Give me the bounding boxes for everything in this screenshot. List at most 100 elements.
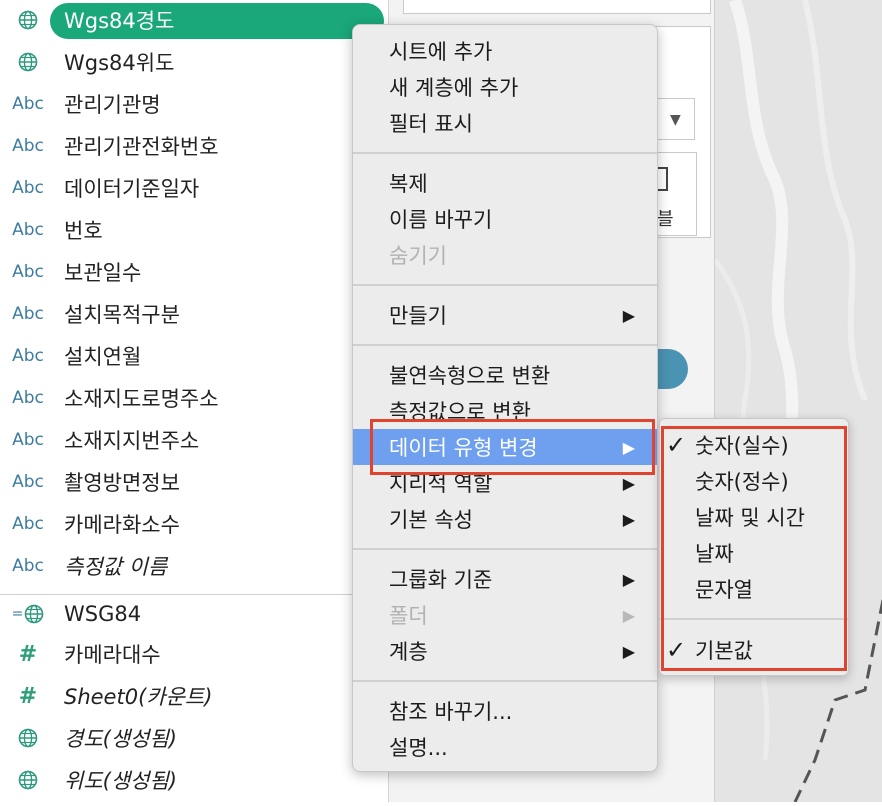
submenu-arrow-icon: ▶ bbox=[622, 569, 635, 589]
context-menu: 시트에 추가새 계층에 추가필터 표시복제이름 바꾸기숨기기만들기 ▶ 불연속형으로… bbox=[352, 24, 658, 772]
menu-item-label: 숨기기 bbox=[389, 244, 447, 268]
menu-item-label: 이름 바꾸기 bbox=[389, 208, 493, 232]
data-pane: Wgs84경도 Wgs84위도 Abc 관리기관명 Abc 관리기관전화번호 Abc 데이터기… bbox=[0, 0, 389, 802]
menu-item[interactable]: 데이터 유형 변경 ▶ bbox=[353, 429, 657, 465]
field-item[interactable]: Wgs84경도 bbox=[0, 0, 388, 40]
field-name: Wgs84위도 bbox=[64, 51, 175, 75]
submenu-item[interactable]: 날짜 bbox=[660, 535, 848, 571]
menu-item-label: 참조 바꾸기... bbox=[389, 700, 513, 724]
submenu-item-label: 날짜 및 시간 bbox=[695, 506, 805, 530]
menu-item[interactable]: 지리적 역할 ▶ bbox=[353, 465, 657, 501]
field-name: Wgs84경도 bbox=[64, 9, 175, 33]
field-name: 카메라대수 bbox=[64, 643, 161, 667]
menu-item[interactable]: 불연속형으로 변환 bbox=[353, 357, 657, 393]
abc-icon: Abc bbox=[12, 514, 44, 534]
submenu-arrow-icon: ▶ bbox=[622, 509, 635, 529]
abc-icon: Abc bbox=[12, 220, 44, 240]
checkmark-icon: ✓ bbox=[666, 636, 687, 664]
field-item[interactable]: Abc 소재지지번주소 bbox=[0, 420, 388, 460]
menu-item[interactable]: 기본 속성 ▶ bbox=[353, 501, 657, 537]
menu-item-label: 데이터 유형 변경 bbox=[389, 436, 538, 460]
field-name: 관리기관전화번호 bbox=[64, 135, 219, 159]
menu-item[interactable]: 참조 바꾸기... bbox=[353, 693, 657, 729]
field-item[interactable]: Abc 번호 bbox=[0, 210, 388, 250]
menu-item[interactable]: 복제 bbox=[353, 165, 657, 201]
submenu-item-label: 기본값 bbox=[695, 639, 753, 663]
field-name: 위도(생성됨) bbox=[64, 769, 177, 793]
menu-item[interactable]: 시트에 추가 bbox=[353, 33, 657, 69]
abc-icon: Abc bbox=[12, 94, 44, 114]
menu-item[interactable]: 설명... bbox=[353, 729, 657, 765]
field-item[interactable]: Abc 보관일수 bbox=[0, 252, 388, 292]
abc-icon: Abc bbox=[12, 430, 44, 450]
field-name: Sheet0(카운트) bbox=[64, 685, 213, 709]
field-item[interactable]: Abc 카메라화소수 bbox=[0, 504, 388, 544]
field-name: 소재지도로명주소 bbox=[64, 387, 219, 411]
abc-icon: Abc bbox=[12, 346, 44, 366]
hash-icon: # bbox=[18, 683, 38, 709]
menu-item[interactable]: 계층 ▶ bbox=[353, 633, 657, 669]
map-background bbox=[712, 0, 882, 803]
abc-icon: Abc bbox=[12, 556, 44, 576]
field-item[interactable]: Abc 설치목적구분 bbox=[0, 294, 388, 334]
menu-item[interactable]: 그룹화 기준 ▶ bbox=[353, 561, 657, 597]
menu-item-label: 지리적 역할 bbox=[389, 472, 493, 496]
menu-separator bbox=[353, 680, 657, 682]
abc-icon: Abc bbox=[12, 472, 44, 492]
submenu-item[interactable]: 날짜 및 시간 bbox=[660, 499, 848, 535]
field-item[interactable]: # Sheet0(카운트) bbox=[0, 676, 388, 716]
menu-item-label: 그룹화 기준 bbox=[389, 568, 493, 592]
field-name: 촬영방면정보 bbox=[64, 471, 180, 495]
menu-separator bbox=[353, 284, 657, 286]
menu-item: 폴더 ▶ bbox=[353, 597, 657, 633]
field-name: WSG84 bbox=[64, 602, 142, 626]
menu-separator bbox=[353, 548, 657, 550]
globe-icon bbox=[10, 42, 46, 82]
menu-item[interactable]: 이름 바꾸기 bbox=[353, 201, 657, 237]
field-item[interactable]: = WSG84 bbox=[0, 594, 388, 634]
menu-item-label: 계층 bbox=[389, 640, 428, 664]
globe-icon bbox=[10, 0, 46, 40]
field-item[interactable]: Abc 소재지도로명주소 bbox=[0, 378, 388, 418]
menu-item[interactable]: 새 계층에 추가 bbox=[353, 69, 657, 105]
field-item[interactable]: Abc 관리기관전화번호 bbox=[0, 126, 388, 166]
menu-item-label: 새 계층에 추가 bbox=[389, 76, 519, 100]
map-view[interactable] bbox=[712, 0, 882, 803]
menu-item-label: 불연속형으로 변환 bbox=[389, 364, 551, 388]
menu-item[interactable]: 측정값으로 변환 bbox=[353, 393, 657, 429]
menu-item-label: 측정값으로 변환 bbox=[389, 400, 531, 424]
field-name: 소재지지번주소 bbox=[64, 429, 200, 453]
submenu-item-label: 숫자(실수) bbox=[695, 434, 789, 458]
field-item[interactable]: Wgs84위도 bbox=[0, 42, 388, 82]
partial-label: 블 bbox=[657, 209, 674, 230]
menu-item-label: 폴더 bbox=[389, 604, 428, 628]
field-item[interactable]: 경도(생성됨) bbox=[0, 718, 388, 758]
abc-icon: Abc bbox=[12, 178, 44, 198]
submenu-item[interactable]: ✓ 숫자(실수) bbox=[660, 427, 848, 463]
field-item[interactable]: Abc 데이터기준일자 bbox=[0, 168, 388, 208]
data-type-submenu: ✓ 숫자(실수) 숫자(정수) 날짜 및 시간 날짜 문자열 ✓ 기본값 bbox=[659, 418, 849, 676]
field-item[interactable]: Abc 측정값 이름 bbox=[0, 546, 388, 586]
menu-item-label: 기본 속성 bbox=[389, 508, 473, 532]
submenu-arrow-icon: ▶ bbox=[622, 605, 635, 625]
menu-item[interactable]: 만들기 ▶ bbox=[353, 297, 657, 333]
submenu-item[interactable]: 문자열 bbox=[660, 571, 848, 607]
menu-item-label: 복제 bbox=[389, 172, 428, 196]
submenu-item-label: 문자열 bbox=[695, 578, 753, 602]
panel-box bbox=[403, 0, 711, 14]
field-item[interactable]: Abc 촬영방면정보 bbox=[0, 462, 388, 502]
chevron-down-icon[interactable]: ▼ bbox=[670, 112, 681, 128]
submenu-item[interactable]: 숫자(정수) bbox=[660, 463, 848, 499]
field-item[interactable]: Abc 설치연월 bbox=[0, 336, 388, 376]
submenu-arrow-icon: ▶ bbox=[622, 473, 635, 493]
field-item[interactable]: Abc 관리기관명 bbox=[0, 84, 388, 124]
field-item[interactable]: # 카메라대수 bbox=[0, 634, 388, 674]
submenu-arrow-icon: ▶ bbox=[622, 437, 635, 457]
field-name: 카메라화소수 bbox=[64, 513, 180, 537]
field-item[interactable]: 위도(생성됨) bbox=[0, 760, 388, 800]
submenu-item-default[interactable]: ✓ 기본값 bbox=[660, 632, 848, 668]
hash-icon: # bbox=[18, 641, 38, 667]
globe-icon bbox=[10, 718, 46, 758]
field-name: 관리기관명 bbox=[64, 93, 161, 117]
menu-item[interactable]: 필터 표시 bbox=[353, 105, 657, 141]
